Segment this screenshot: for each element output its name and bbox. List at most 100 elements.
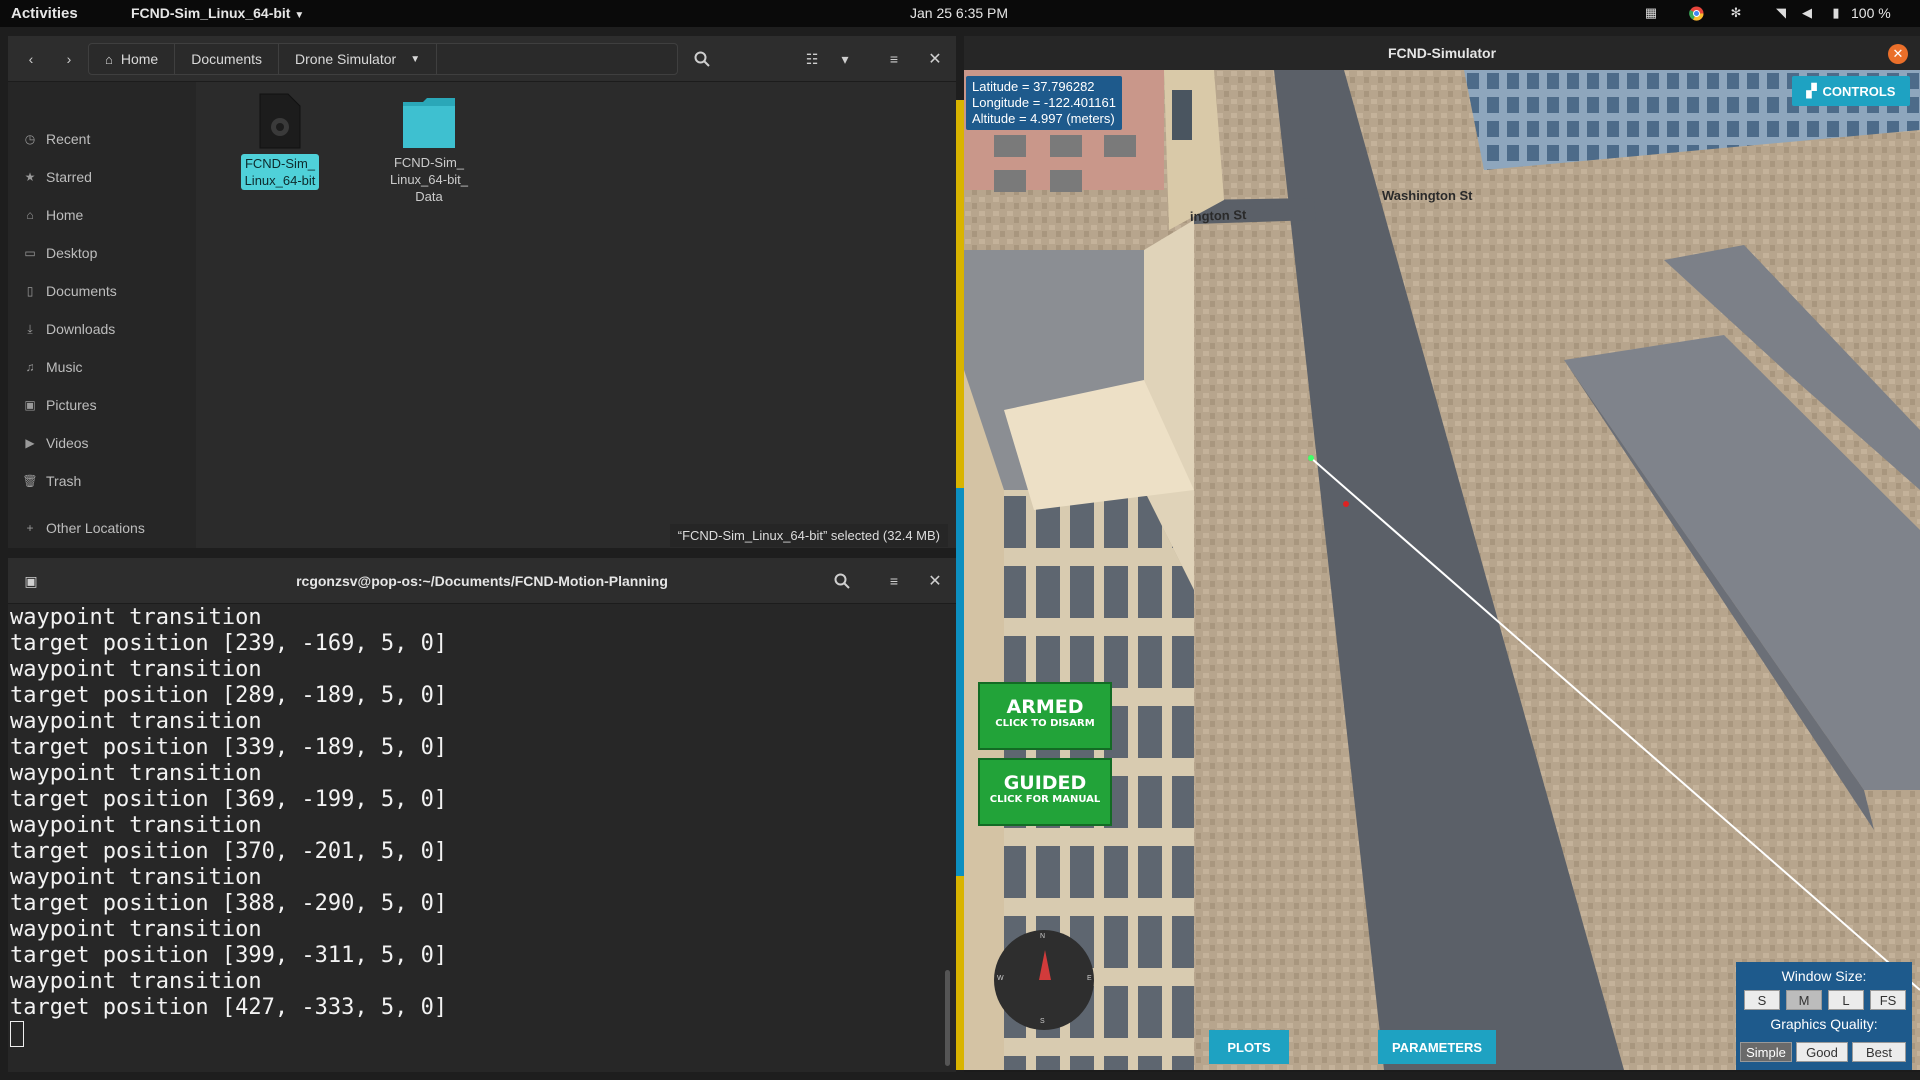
scrollbar[interactable] — [945, 970, 950, 1066]
clock[interactable]: Jan 25 6:35 PM — [910, 5, 1008, 21]
search-button[interactable] — [824, 565, 860, 597]
menu-icon[interactable]: ≡ — [876, 43, 912, 75]
armed-button[interactable]: ARMED CLICK TO DISARM — [978, 682, 1112, 750]
parameters-button[interactable]: PARAMETERS — [1378, 1030, 1496, 1064]
guided-button[interactable]: GUIDED CLICK FOR MANUAL — [978, 758, 1112, 826]
slack-icon[interactable]: ✻ — [1728, 5, 1744, 21]
desktop-icon: ▭ — [24, 246, 36, 260]
workspace-icon[interactable]: ▦ — [1643, 5, 1659, 21]
app-menu[interactable]: FCND-Sim_Linux_64-bit ▼ — [131, 5, 304, 21]
menu-icon[interactable]: ≡ — [876, 565, 912, 597]
sidebar: ◷ Recent ★ Starred ⌂ Home ▭ Desktop ▯ Documen… — [8, 82, 196, 548]
simulation-viewport[interactable]: Washington St ington St Latitude = 37.79… — [964, 70, 1920, 1070]
controls-icon: ▞ — [1806, 83, 1817, 98]
sidebar-item-home[interactable]: ⌂ Home — [8, 202, 196, 228]
terminal-header: rcgonzsv@pop-os:~/Documents/FCND-Motion-… — [8, 558, 956, 604]
volume-icon[interactable]: ◀ — [1799, 5, 1815, 21]
chevron-down-icon: ▼ — [294, 10, 305, 21]
sidebar-item-starred[interactable]: ★ Starred — [8, 164, 196, 190]
quality-best-button[interactable]: Best — [1852, 1042, 1906, 1062]
compass-e: E — [1087, 975, 1092, 982]
terminal-prompt — [10, 1021, 940, 1047]
quality-simple-button[interactable]: Simple — [1740, 1042, 1792, 1062]
terminal-line: target position [289, -189, 5, 0] — [10, 683, 448, 708]
folder-item-data[interactable]: FCND-Sim_ Linux_64-bit_ Data — [374, 92, 484, 205]
sidebar-item-other-locations[interactable]: + Other Locations — [8, 515, 196, 541]
sidebar-item-label: Starred — [46, 169, 92, 185]
battery-percent[interactable]: 100 % — [1851, 5, 1891, 21]
activities-button[interactable]: Activities — [11, 5, 78, 22]
street-label: ington St — [1189, 207, 1247, 224]
terminal-line: waypoint transition — [10, 865, 262, 890]
terminal-line: waypoint transition — [10, 761, 262, 786]
clock-icon: ◷ — [24, 132, 36, 146]
close-icon[interactable]: ✕ — [1888, 44, 1908, 64]
sidebar-item-pictures[interactable]: ▣ Pictures — [8, 392, 196, 418]
file-item-executable[interactable]: FCND-Sim_ Linux_64-bit — [225, 92, 335, 190]
terminal-title: rcgonzsv@pop-os:~/Documents/FCND-Motion-… — [296, 573, 668, 589]
sidebar-item-recent[interactable]: ◷ Recent — [8, 126, 196, 152]
quality-good-button[interactable]: Good — [1796, 1042, 1848, 1062]
compass-n: N — [1040, 933, 1046, 940]
terminal-line: waypoint transition — [10, 605, 262, 630]
new-tab-icon[interactable]: ▣ — [16, 565, 46, 597]
terminal-line: target position [370, -201, 5, 0] — [10, 839, 448, 864]
compass-needle-icon — [1039, 950, 1051, 980]
terminal-line: waypoint transition — [10, 657, 262, 682]
crumb-drone-simulator[interactable]: Drone Simulator ▼ — [279, 44, 438, 74]
status-bar: “FCND-Sim_Linux_64-bit” selected (32.4 M… — [669, 524, 948, 547]
size-s-button[interactable]: S — [1744, 990, 1780, 1010]
terminal-line: waypoint transition — [10, 813, 262, 838]
sidebar-item-label: Documents — [46, 283, 117, 299]
terminal-line: target position [399, -311, 5, 0] — [10, 943, 448, 968]
city-scene — [964, 70, 1920, 1070]
size-m-button[interactable]: M — [1786, 990, 1822, 1010]
forward-button[interactable]: › — [54, 43, 84, 75]
crumb-documents[interactable]: Documents — [175, 44, 280, 74]
close-icon[interactable]: ✕ — [920, 43, 950, 75]
view-list-icon[interactable]: ☷ — [794, 43, 830, 75]
sidebar-item-downloads[interactable]: ⤓ Downloads — [8, 316, 196, 342]
sidebar-item-desktop[interactable]: ▭ Desktop — [8, 240, 196, 266]
crumb-home[interactable]: ⌂ Home — [89, 44, 176, 74]
latitude: Latitude = 37.796282 — [972, 79, 1095, 94]
compass-w: W — [997, 975, 1004, 982]
altitude: Altitude = 4.997 (meters) — [972, 111, 1115, 126]
compass: N S E W — [994, 930, 1094, 1030]
terminal-line: target position [388, -290, 5, 0] — [10, 891, 448, 916]
background-strip — [956, 100, 964, 1070]
wifi-icon[interactable]: ◥ — [1773, 5, 1789, 21]
terminal-line: waypoint transition — [10, 917, 262, 942]
chrome-icon[interactable] — [1688, 5, 1704, 21]
view-options-dropdown[interactable]: ▾ — [830, 43, 860, 75]
home-icon: ⌂ — [26, 208, 34, 222]
plots-button[interactable]: PLOTS — [1209, 1030, 1289, 1064]
battery-icon[interactable]: ▮ — [1828, 5, 1844, 21]
terminal-output[interactable]: waypoint transition target position [239… — [10, 605, 940, 1065]
app-menu-label: FCND-Sim_Linux_64-bit — [131, 5, 291, 21]
size-fs-button[interactable]: FS — [1870, 990, 1906, 1010]
download-icon: ⤓ — [27, 321, 33, 336]
home-icon: ⌂ — [105, 51, 113, 67]
file-name-line1: FCND-Sim_ — [244, 156, 316, 171]
sidebar-item-music[interactable]: ♫ Music — [8, 354, 196, 380]
video-icon: ▶ — [25, 436, 35, 450]
sidebar-item-label: Other Locations — [46, 520, 145, 536]
search-button[interactable] — [680, 43, 724, 75]
terminal-line: target position [239, -169, 5, 0] — [10, 631, 448, 656]
sidebar-item-documents[interactable]: ▯ Documents — [8, 278, 196, 304]
size-l-button[interactable]: L — [1828, 990, 1864, 1010]
compass-s: S — [1040, 1018, 1045, 1025]
terminal-line: target position [339, -189, 5, 0] — [10, 735, 448, 760]
graphics-quality-label: Graphics Quality: — [1770, 1016, 1878, 1032]
star-icon: ★ — [24, 170, 36, 184]
controls-button[interactable]: ▞ CONTROLS — [1792, 76, 1910, 106]
simulator-title: FCND-Simulator — [964, 36, 1920, 70]
sidebar-item-trash[interactable]: 🗑 Trash — [8, 468, 196, 494]
sidebar-item-label: Recent — [46, 131, 91, 147]
sidebar-item-label: Trash — [46, 473, 82, 489]
sidebar-item-videos[interactable]: ▶ Videos — [8, 430, 196, 456]
back-button[interactable]: ‹ — [16, 43, 46, 75]
terminal-line: waypoint transition — [10, 709, 262, 734]
close-icon[interactable]: ✕ — [920, 565, 950, 597]
